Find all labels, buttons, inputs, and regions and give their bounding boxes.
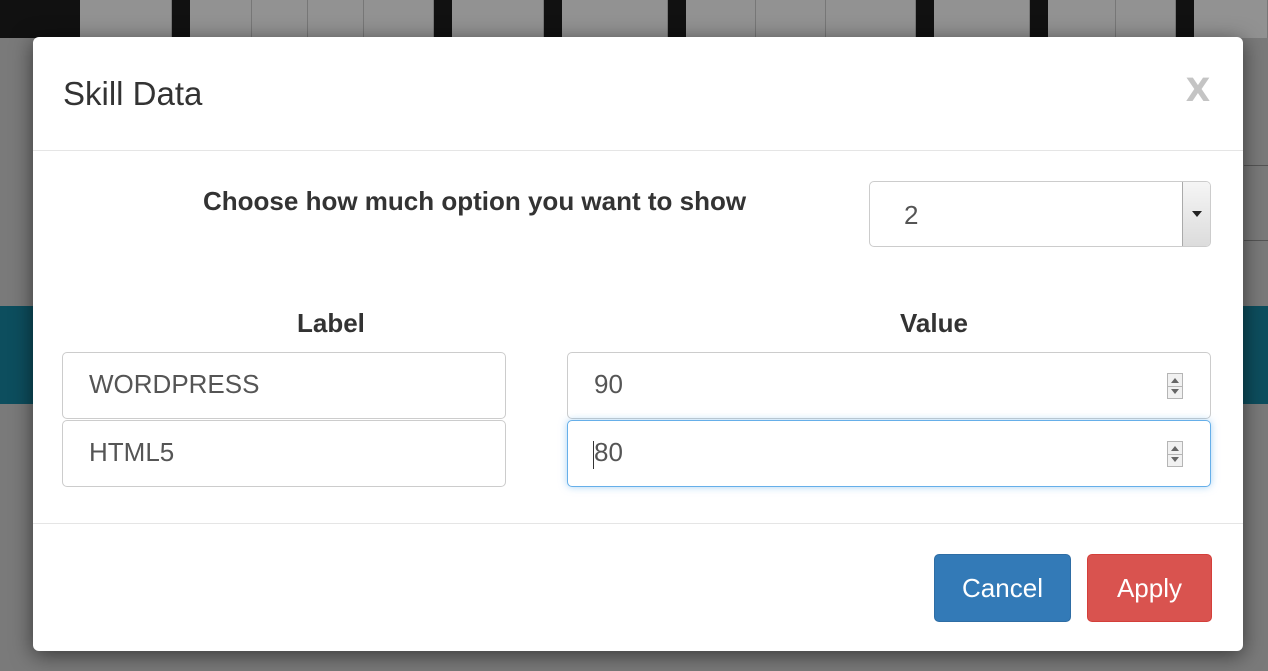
skill-value-input[interactable]: 90 xyxy=(567,352,1211,419)
image-icon xyxy=(1116,0,1176,38)
toolbar-separator xyxy=(0,0,80,38)
modal-title: Skill Data xyxy=(63,75,203,112)
list-icon xyxy=(686,0,756,38)
align-icon xyxy=(826,0,916,38)
toolbar-button xyxy=(80,0,172,38)
toolbar-separator xyxy=(1176,0,1194,38)
skill-value-text: 80 xyxy=(594,437,623,467)
editor-toolbar xyxy=(0,0,1268,38)
ordered-list-icon xyxy=(756,0,826,38)
skill-label-input[interactable]: HTML5 xyxy=(62,420,506,487)
divider xyxy=(1244,240,1268,241)
toolbar-separator xyxy=(1030,0,1048,38)
table-icon xyxy=(934,0,1030,38)
strike-icon xyxy=(308,0,364,38)
font-size-icon xyxy=(452,0,544,38)
number-spinner[interactable] xyxy=(1167,373,1183,399)
modal-header: Skill Data X xyxy=(33,37,1243,151)
apply-button[interactable]: Apply xyxy=(1087,554,1212,622)
skill-data-modal: Skill Data X Choose how much option you … xyxy=(33,37,1243,651)
undo-icon xyxy=(1194,0,1268,38)
spinner-down-icon[interactable] xyxy=(1171,457,1179,462)
toolbar-separator xyxy=(434,0,452,38)
spinner-divider xyxy=(1168,454,1182,455)
skill-label-input[interactable]: WORDPRESS xyxy=(62,352,506,419)
spinner-up-icon[interactable] xyxy=(1171,446,1179,451)
spinner-down-icon[interactable] xyxy=(1171,389,1179,394)
clear-format-icon xyxy=(364,0,434,38)
option-count-select[interactable]: 2 xyxy=(869,181,1211,247)
bold-icon xyxy=(190,0,252,38)
chevron-down-icon[interactable] xyxy=(1182,182,1210,246)
option-count-label: Choose how much option you want to show xyxy=(203,186,747,216)
modal-footer-divider xyxy=(33,523,1243,524)
skill-value-text: 90 xyxy=(594,369,623,399)
number-spinner[interactable] xyxy=(1167,441,1183,467)
skill-label-text: WORDPRESS xyxy=(89,369,260,399)
label-column-header: Label xyxy=(297,308,365,338)
dropdown-icon xyxy=(1048,0,1116,38)
spinner-up-icon[interactable] xyxy=(1171,378,1179,383)
skill-label-text: HTML5 xyxy=(89,437,175,467)
value-column-header: Value xyxy=(900,308,968,338)
skill-value-input[interactable]: 80 xyxy=(567,420,1211,487)
option-count-value: 2 xyxy=(904,200,919,230)
toolbar-separator xyxy=(668,0,686,38)
toolbar-separator xyxy=(172,0,190,38)
font-color-icon xyxy=(562,0,668,38)
text-caret xyxy=(593,441,594,469)
close-icon[interactable]: X xyxy=(1183,72,1213,108)
spinner-divider xyxy=(1168,386,1182,387)
cancel-button[interactable]: Cancel xyxy=(934,554,1071,622)
divider xyxy=(1244,165,1268,166)
italic-icon xyxy=(252,0,308,38)
toolbar-separator xyxy=(916,0,934,38)
toolbar-separator xyxy=(544,0,562,38)
